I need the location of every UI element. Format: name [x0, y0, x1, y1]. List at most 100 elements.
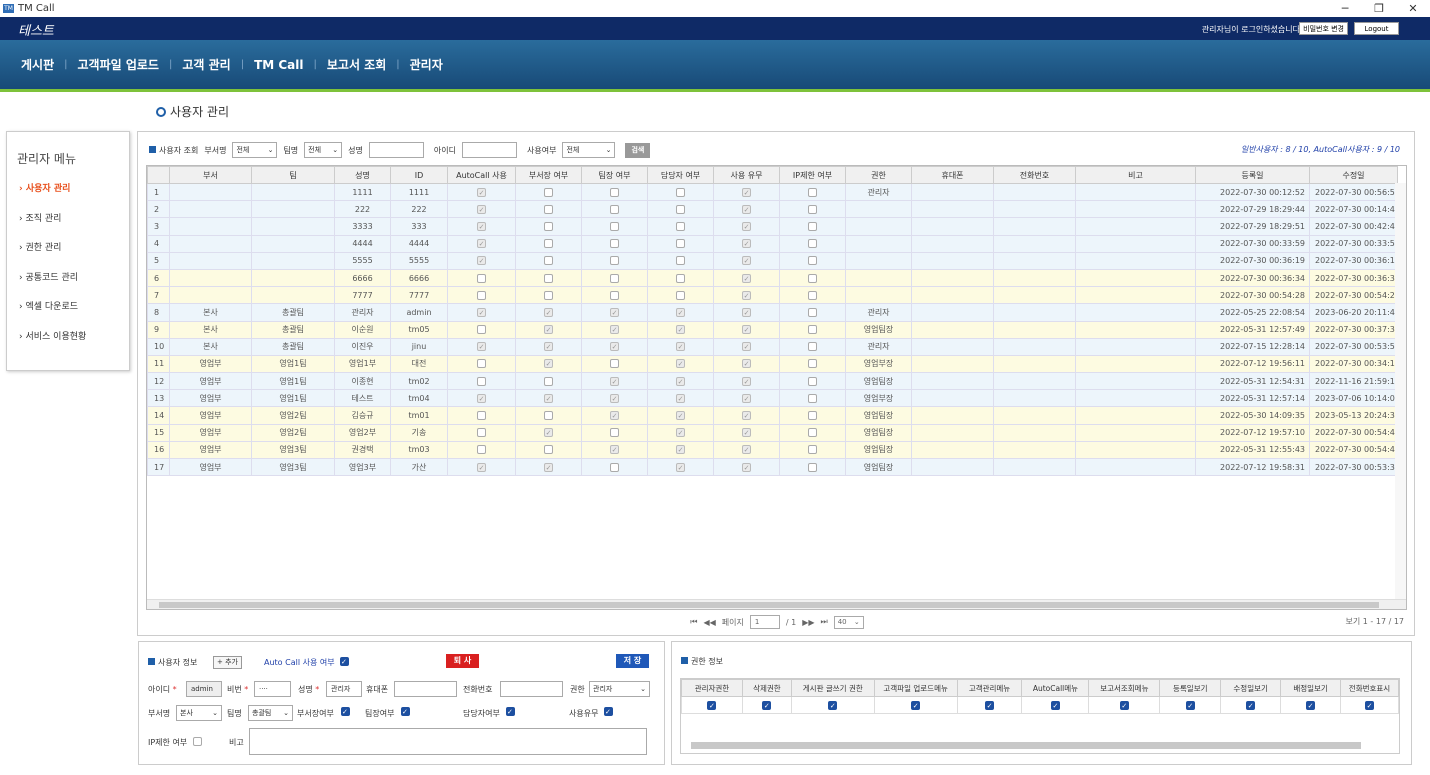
close-icon[interactable]: ✕: [1396, 0, 1430, 17]
nav-board[interactable]: 게시판: [13, 56, 62, 73]
mgr-checkbox[interactable]: ✓: [506, 707, 515, 716]
sidebar-item-user-mgmt[interactable]: › 사용자 관리: [7, 175, 129, 205]
grid-header-cell[interactable]: 권한: [845, 166, 912, 184]
cell-no: 17: [147, 457, 170, 477]
mobile-field[interactable]: [394, 681, 457, 697]
perm-checkbox[interactable]: ✓: [707, 700, 717, 710]
prev-page-icon[interactable]: ◀◀: [703, 618, 715, 627]
grid-header-cell[interactable]: 등록일: [1195, 166, 1310, 184]
perm-checkbox[interactable]: ✓: [1050, 700, 1060, 710]
role-select[interactable]: 관리자 ⌄: [589, 681, 650, 697]
table-row[interactable]: 14 영업부 영업2팀 김승규 tm01 ✓ ✓ ✓ 영업팀장 2022-05-30 14:09:…: [147, 406, 1398, 425]
lead-checkbox[interactable]: ✓: [401, 707, 410, 716]
search-button[interactable]: 검색: [625, 142, 651, 158]
head-checkbox[interactable]: ✓: [341, 707, 350, 716]
sidebar-item-service-usage[interactable]: › 서비스 이용현황: [7, 323, 129, 353]
table-row[interactable]: 10 본사 총괄팀 이진우 jinu ✓ ✓ ✓ ✓ ✓ 관리자 2022-07-15 12:28:1…: [147, 337, 1398, 356]
add-user-button[interactable]: + 추가: [213, 656, 242, 669]
perm-checkbox[interactable]: ✓: [828, 700, 838, 710]
table-row[interactable]: 1 1111 1111 ✓ ✓ 관리자 2022-07-30 00:12:52 2022-07…: [147, 182, 1398, 202]
resign-button[interactable]: 퇴 사: [446, 654, 479, 668]
perm-checkbox[interactable]: ✓: [911, 700, 921, 710]
grid-header-cell[interactable]: 수정일: [1309, 166, 1398, 184]
next-page-icon[interactable]: ▶▶: [802, 618, 814, 627]
table-row[interactable]: 6 6666 6666 ✓ 2022-07-30 00:36:34 2022-07-30 …: [147, 268, 1398, 288]
autocall-checkbox[interactable]: ✓: [340, 657, 349, 666]
grid-header-cell[interactable]: 휴대폰: [911, 166, 994, 184]
id-input[interactable]: [462, 142, 517, 158]
table-row[interactable]: 15 영업부 영업2팀 영업2부 기송 ✓ ✓ ✓ 영업팀장 2022-07-12 19:57:1…: [147, 423, 1398, 442]
restore-icon[interactable]: ❐: [1362, 0, 1396, 17]
perm-checkbox[interactable]: ✓: [1306, 700, 1316, 710]
tel-field[interactable]: [500, 681, 563, 697]
grid-header-cell[interactable]: [147, 166, 170, 184]
save-button[interactable]: 저 장: [616, 654, 649, 668]
nav-upload[interactable]: 고객파일 업로드: [70, 56, 167, 73]
brand-logo[interactable]: 테스트: [18, 20, 54, 39]
table-row[interactable]: 9 본사 총괄팀 이순원 tm05 ✓ ✓ ✓ ✓ 영업팀장 2022-05-31 12:57:49…: [147, 320, 1398, 339]
nav-admin[interactable]: 관리자: [402, 56, 451, 73]
perm-checkbox[interactable]: ✓: [1185, 700, 1195, 710]
password-field[interactable]: ····: [254, 681, 291, 697]
note-textarea[interactable]: [249, 728, 647, 755]
grid-header-cell[interactable]: 팀: [251, 166, 335, 184]
last-page-icon[interactable]: ⏭: [821, 617, 828, 627]
use-checkbox[interactable]: ✓: [604, 707, 613, 716]
table-row[interactable]: 5 5555 5555 ✓ ✓ 2022-07-30 00:36:19 2022-07-30…: [147, 251, 1398, 270]
change-password-button[interactable]: 비밀번호 변경: [1299, 22, 1348, 35]
ip-checkbox[interactable]: [193, 737, 202, 746]
grid-header-cell[interactable]: 담당자 여부: [647, 166, 714, 184]
sidebar-item-org-mgmt[interactable]: › 조직 관리: [7, 205, 129, 235]
table-row[interactable]: 2 222 222 ✓ ✓ 2022-07-29 18:29:44 2022-07-30 0…: [147, 200, 1398, 219]
grid-header-cell[interactable]: 전화번호: [993, 166, 1076, 184]
grid-vertical-scrollbar[interactable]: [1395, 183, 1406, 601]
grid-header-cell[interactable]: 비고: [1075, 166, 1196, 184]
perm-checkbox[interactable]: ✓: [1246, 700, 1256, 710]
sidebar-item-code-mgmt[interactable]: › 공통코드 관리: [7, 264, 129, 294]
minimize-icon[interactable]: ─: [1328, 0, 1362, 17]
table-row[interactable]: 16 영업부 영업3팀 권경택 tm03 ✓ ✓ ✓ 영업팀장 2022-05-31 12:55:…: [147, 440, 1398, 460]
id-field[interactable]: admin: [186, 681, 222, 697]
grid-header-cell[interactable]: ID: [390, 166, 448, 184]
table-row[interactable]: 8 본사 총괄팀 관리자 admin ✓ ✓ ✓ ✓ ✓ 관리자 2022-05-25 22:08:5…: [147, 303, 1398, 322]
sidebar-item-excel-download[interactable]: › 엑셀 다운로드: [7, 293, 129, 323]
grid-header-cell[interactable]: 사용 유무: [713, 166, 780, 184]
table-row[interactable]: 11 영업부 영업1팀 영업1부 대전 ✓ ✓ ✓ 영업부장 2022-07-12 19:56:1…: [147, 354, 1398, 374]
nav-customers[interactable]: 고객 관리: [174, 56, 238, 73]
scrollbar-thumb[interactable]: [159, 602, 1379, 608]
name-field[interactable]: 관리자: [326, 681, 362, 697]
first-page-icon[interactable]: ⏮: [690, 617, 697, 627]
perm-checkbox[interactable]: ✓: [762, 700, 772, 710]
sidebar-item-perm-mgmt[interactable]: › 권한 관리: [7, 234, 129, 264]
page-title: 사용자 관리: [156, 103, 229, 120]
grid-horizontal-scrollbar[interactable]: [147, 599, 1406, 609]
table-row[interactable]: 3 3333 333 ✓ ✓ 2022-07-29 18:29:51 2022-07-30 …: [147, 217, 1398, 236]
table-row[interactable]: 12 영업부 영업1팀 이종현 tm02 ✓ ✓ ✓ 영업팀장 2022-05-31 12:54:…: [147, 372, 1398, 391]
table-row[interactable]: 4 4444 4444 ✓ ✓ 2022-07-30 00:33:59 2022-07-30…: [147, 234, 1398, 253]
grid-header-cell[interactable]: 부서: [169, 166, 252, 184]
grid-header-cell[interactable]: 성명: [334, 166, 391, 184]
grid-header-cell[interactable]: 부서장 여부: [515, 166, 582, 184]
perm-checkbox[interactable]: ✓: [985, 700, 995, 710]
team-select[interactable]: 총괄팀 ⌄: [248, 705, 293, 721]
grid-header-cell[interactable]: 팀장 여부: [581, 166, 648, 184]
team-select[interactable]: 전체 ⌄: [304, 142, 343, 158]
table-row[interactable]: 17 영업부 영업3팀 영업3부 가산 ✓ ✓ ✓ ✓ 영업팀장 2022-07-12 19:58:…: [147, 457, 1398, 477]
use-select[interactable]: 전체 ⌄: [562, 142, 616, 158]
perm-scrollbar[interactable]: [691, 742, 1361, 749]
perm-checkbox[interactable]: ✓: [1365, 700, 1374, 710]
dept-select[interactable]: 본사 ⌄: [176, 705, 222, 721]
page-size-select[interactable]: 40 ⌄: [833, 615, 864, 629]
grid-header-cell[interactable]: IP제한 여부: [779, 166, 846, 184]
perm-checkbox[interactable]: ✓: [1119, 700, 1129, 710]
checkbox-icon: ✓: [742, 256, 751, 266]
logout-button[interactable]: Logout: [1354, 22, 1399, 35]
dept-select[interactable]: 전체 ⌄: [232, 142, 278, 158]
table-row[interactable]: 13 영업부 영업1팀 테스트 tm04 ✓ ✓ ✓ ✓ ✓ 영업부장 2022-05-31 12:5…: [147, 389, 1398, 408]
nav-reports[interactable]: 보고서 조회: [319, 56, 394, 73]
table-row[interactable]: 7 7777 7777 ✓ 2022-07-30 00:54:28 2022-07-30 …: [147, 286, 1398, 305]
name-input[interactable]: [368, 142, 424, 158]
page-input[interactable]: 1: [749, 615, 780, 629]
grid-header-cell[interactable]: AutoCall 사용: [447, 166, 516, 184]
nav-tmcall[interactable]: TM Call: [246, 58, 311, 72]
